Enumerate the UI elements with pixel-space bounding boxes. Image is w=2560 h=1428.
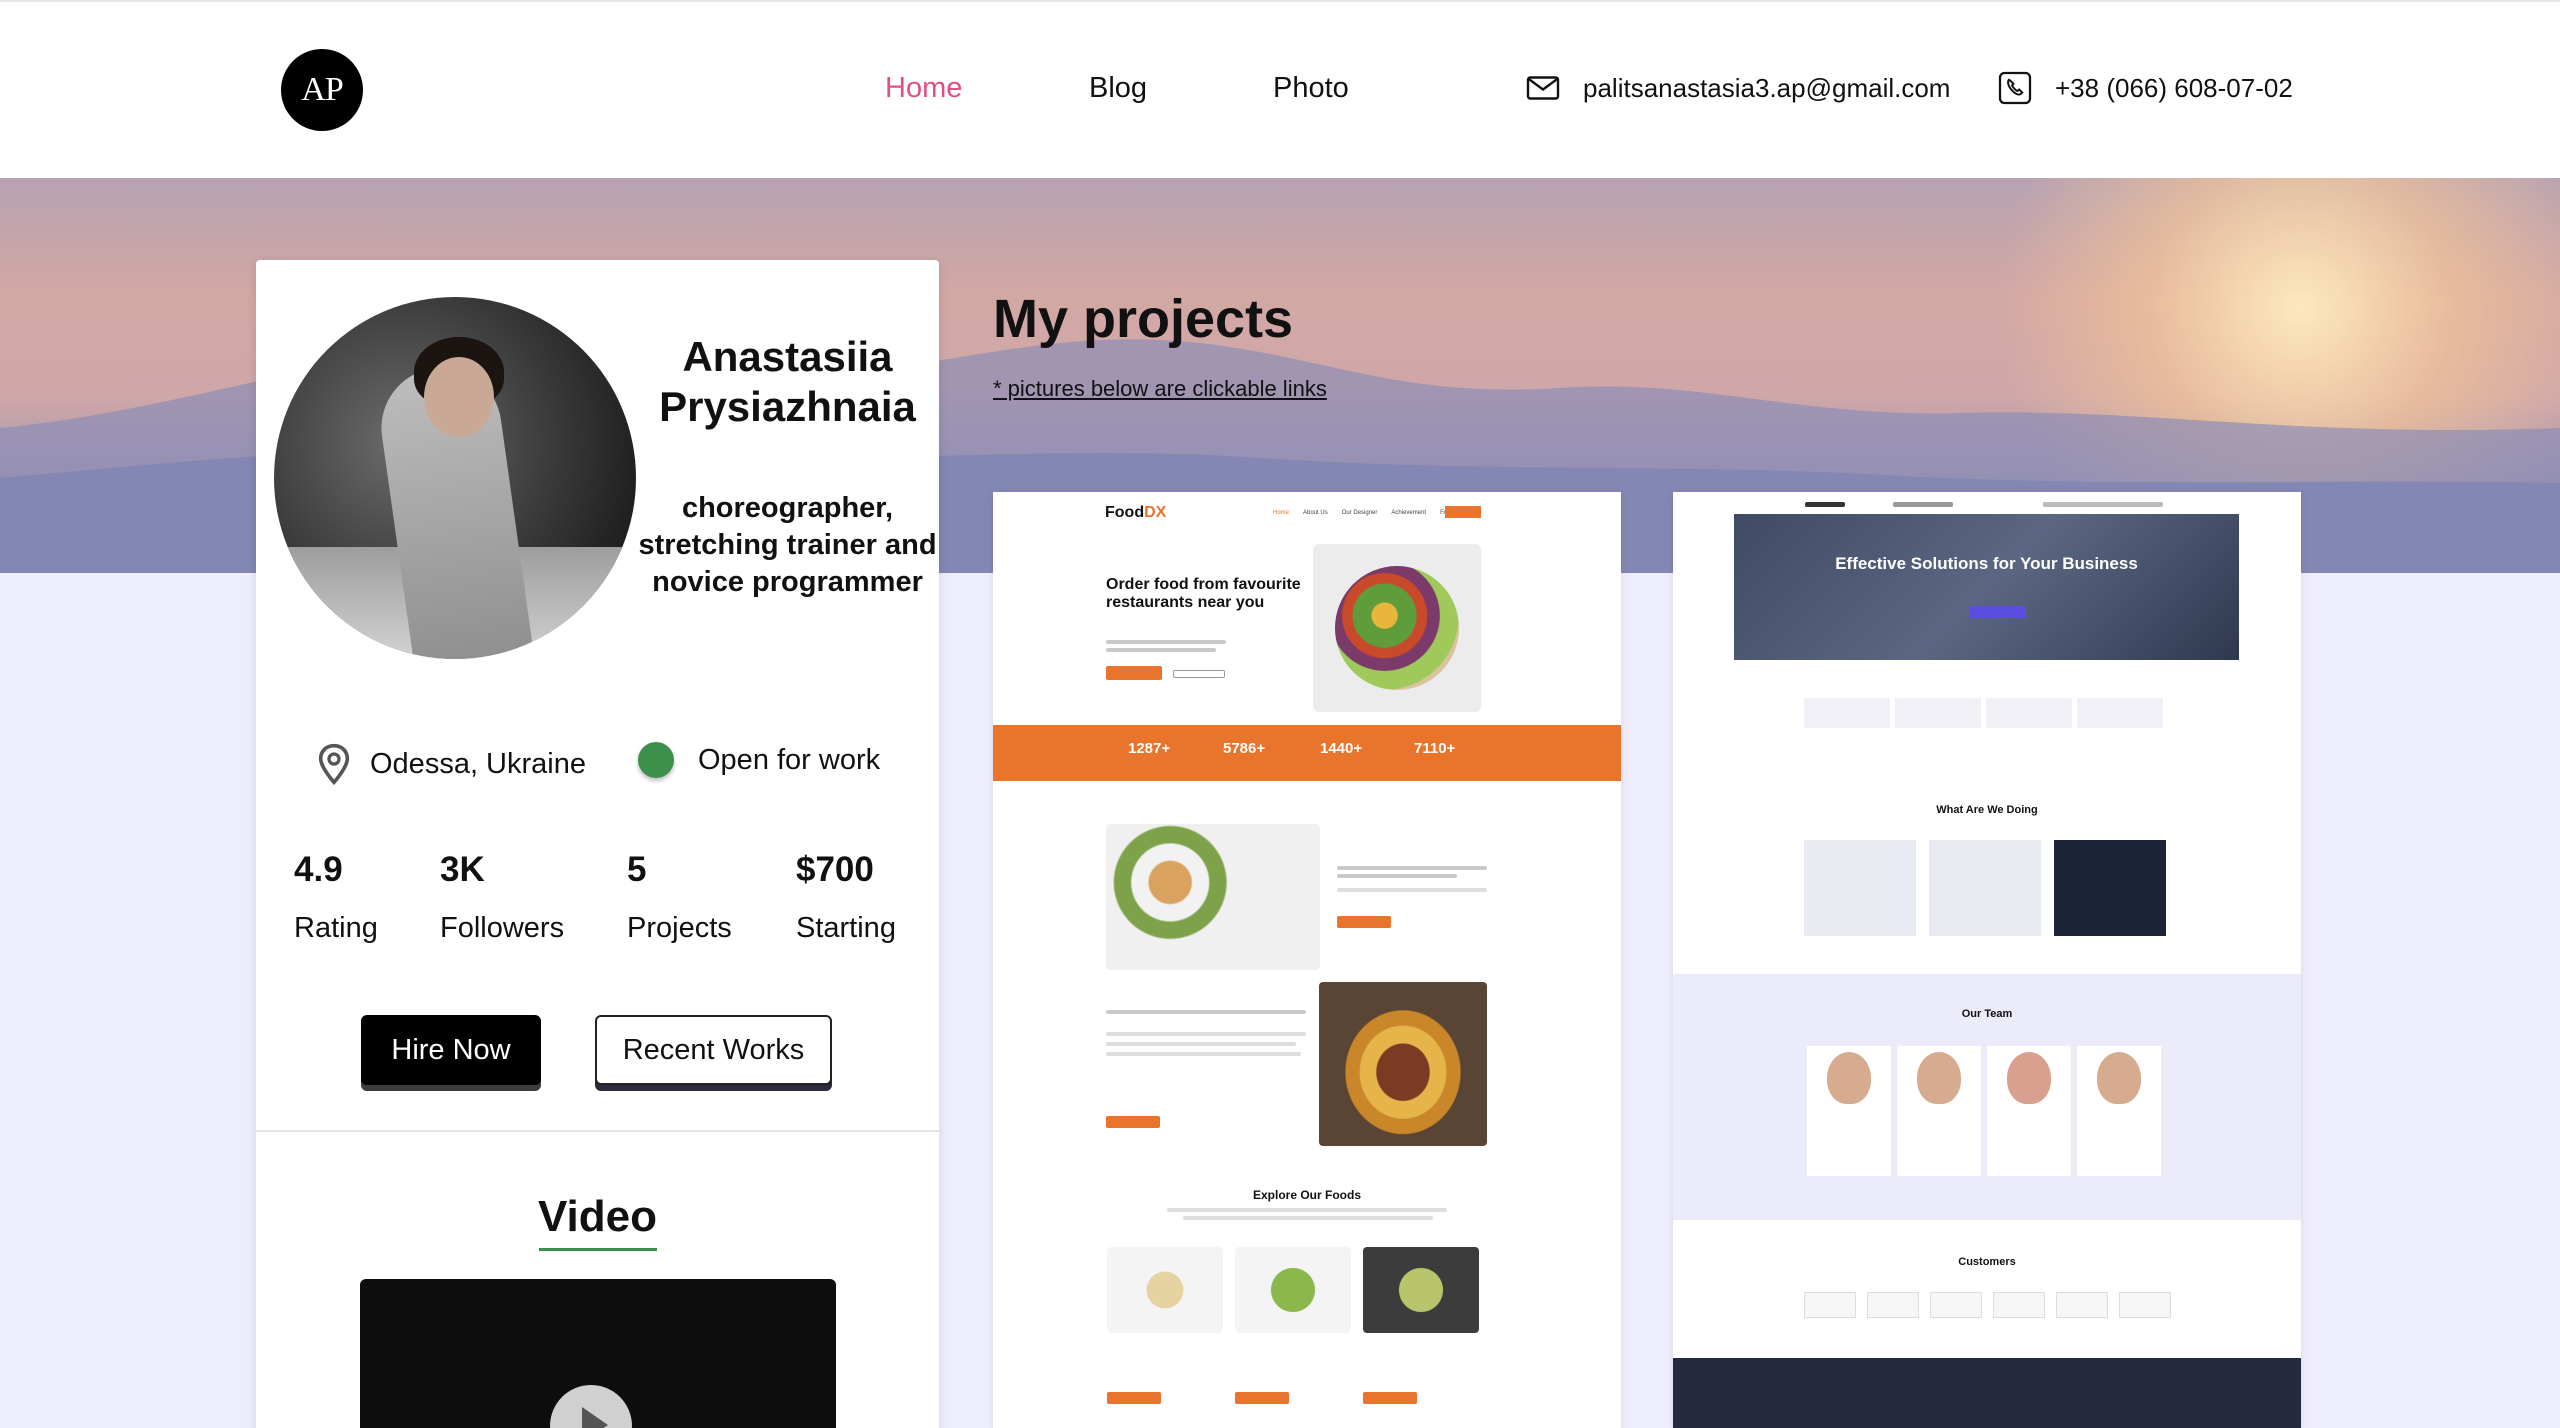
phone-icon	[1998, 71, 2032, 105]
stat-value: 4.9	[294, 850, 343, 889]
projects-title: My projects	[993, 289, 1294, 349]
fooddx-food-card-image	[1363, 1247, 1479, 1333]
fooddx-food-card-image	[1235, 1247, 1351, 1333]
studio-feature-card	[2077, 698, 2163, 728]
fooddx-headline: Order food from favourite restaurants ne…	[1106, 576, 1301, 612]
stat-value: $700	[796, 850, 874, 889]
mail-icon	[1526, 76, 1560, 100]
studio-banner: Effective Solutions for Your Business	[1734, 514, 2239, 660]
studio-feature-card	[1895, 698, 1981, 728]
studio-customer-logo	[2119, 1292, 2171, 1318]
studio-device-image	[1804, 840, 1916, 936]
studio-customer-logo	[1867, 1292, 1919, 1318]
email-text[interactable]: palitsanastasia3.ap@gmail.com	[1583, 73, 1950, 104]
profile-card: Anastasiia Prysiazhnaia choreographer, s…	[256, 260, 939, 1428]
studio-customer-logo	[1993, 1292, 2045, 1318]
studio-device-image	[2054, 840, 2166, 936]
nav-photo[interactable]: Photo	[1273, 72, 1349, 105]
card-divider	[256, 1130, 939, 1132]
video-title-underline	[539, 1248, 657, 1251]
fooddx-stats-band	[993, 725, 1621, 781]
profile-name: Anastasiia Prysiazhnaia	[659, 333, 916, 431]
stat-value: 3K	[440, 850, 485, 889]
play-icon[interactable]	[550, 1385, 632, 1428]
studio-team-member	[1807, 1046, 1891, 1176]
fooddx-section-title: Explore Our Foods	[1252, 1188, 1361, 1202]
studio-device-image	[1929, 840, 2041, 936]
stat-label: Rating	[294, 912, 378, 944]
studio-banner-title: Effective Solutions for Your Business	[1835, 554, 2138, 573]
studio-team-member	[1897, 1046, 1981, 1176]
studio-team-member	[2077, 1046, 2161, 1176]
studio-customers-title: Customers	[1958, 1256, 2016, 1268]
work-status: Open for work	[638, 742, 880, 778]
studio-doing-title: What Are We Doing	[1936, 804, 2038, 816]
project-studio-link[interactable]: Effective Solutions for Your Business Wh…	[1673, 492, 2301, 1428]
nav-home[interactable]: Home	[885, 72, 962, 105]
stat-starting-price: $700 Starting	[796, 850, 896, 945]
video-player[interactable]	[360, 1279, 836, 1428]
fooddx-stat: 1440+	[1320, 740, 1363, 757]
stat-label: Starting	[796, 912, 896, 944]
studio-team-member	[1987, 1046, 2071, 1176]
email-contact[interactable]: palitsanastasia3.ap@gmail.com	[1525, 70, 1950, 106]
fooddx-stat: 7110+	[1414, 740, 1456, 757]
site-logo[interactable]: AP	[281, 49, 363, 131]
top-navigation-bar: AP Home Blog Photo palitsanastasia3.ap@g…	[0, 0, 2560, 178]
stat-label: Projects	[627, 912, 732, 944]
nav-blog[interactable]: Blog	[1089, 72, 1147, 105]
location-text: Odessa, Ukraine	[370, 747, 586, 780]
project-fooddx-link[interactable]: FoodDX Home About Us Our Designer Achiev…	[993, 492, 1621, 1428]
fooddx-logo: FoodDX	[1105, 504, 1167, 521]
studio-footer	[1673, 1358, 2301, 1428]
fooddx-nav-button	[1445, 506, 1481, 518]
fooddx-burger-image	[1319, 982, 1487, 1146]
video-section-title: Video	[537, 1192, 657, 1241]
profile-role: choreographer, stretching trainer and no…	[638, 492, 937, 599]
fooddx-salad-image	[1313, 544, 1481, 712]
profile-photo	[274, 297, 636, 659]
work-status-text: Open for work	[698, 743, 881, 776]
stat-rating: 4.9 Rating	[294, 850, 378, 945]
location-pin-icon	[318, 743, 350, 786]
projects-note: * pictures below are clickable links	[993, 376, 1327, 401]
fooddx-stat: 5786+	[1223, 740, 1266, 757]
recent-works-button[interactable]: Recent Works	[595, 1015, 832, 1085]
fooddx-nav: Home About Us Our Designer Achievement F…	[1273, 510, 1452, 516]
studio-feature-card	[1804, 698, 1890, 728]
fooddx-food-card-image	[1107, 1247, 1223, 1333]
studio-banner-button	[1970, 606, 2026, 618]
stat-followers: 3K Followers	[440, 850, 564, 945]
studio-team-title: Our Team	[1961, 1008, 2013, 1020]
fooddx-stat: 1287+	[1128, 740, 1171, 757]
studio-customer-logo	[2056, 1292, 2108, 1318]
stat-value: 5	[627, 850, 647, 889]
location: Odessa, Ukraine	[314, 742, 586, 786]
stat-label: Followers	[440, 912, 565, 944]
fooddx-dishes-image	[1106, 824, 1320, 970]
stat-projects: 5 Projects	[627, 850, 732, 945]
studio-feature-card	[1986, 698, 2072, 728]
studio-customer-logo	[1804, 1292, 1856, 1318]
status-dot-icon	[638, 742, 674, 778]
hire-now-button[interactable]: Hire Now	[361, 1015, 541, 1085]
studio-customer-logo	[1930, 1292, 1982, 1318]
phone-contact[interactable]: +38 (066) 608-07-02	[1997, 70, 2293, 106]
phone-text[interactable]: +38 (066) 608-07-02	[2055, 73, 2293, 104]
